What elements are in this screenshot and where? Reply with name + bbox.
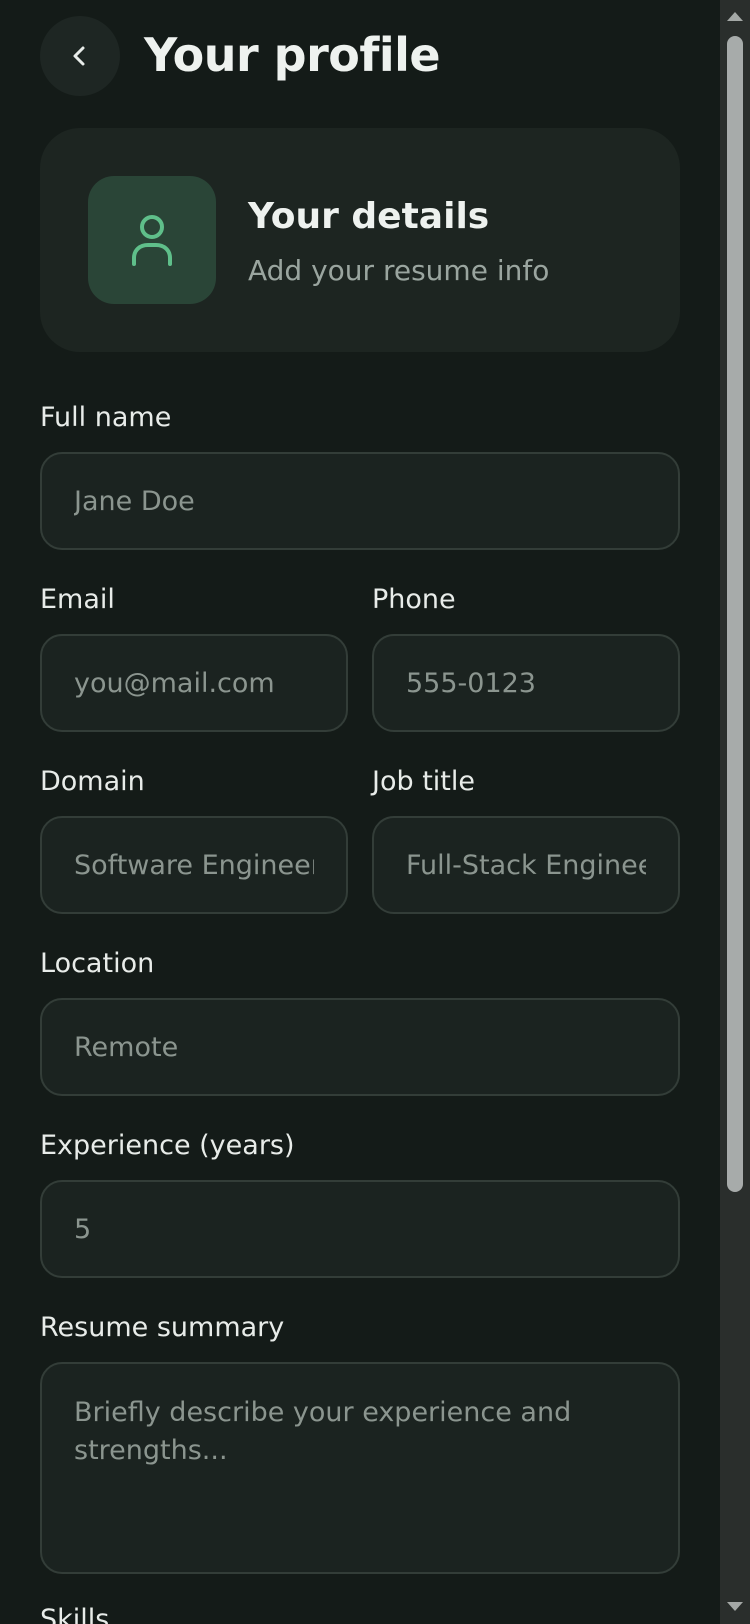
back-button[interactable]	[40, 16, 120, 96]
full-name-input[interactable]	[40, 452, 680, 550]
job-title-label: Job title	[372, 766, 475, 797]
card-subtitle: Add your resume info	[248, 254, 550, 287]
chevron-left-icon	[73, 46, 85, 66]
experience-input[interactable]	[40, 1180, 680, 1278]
profile-screen: Your profile Your details Add your resum…	[0, 0, 720, 1624]
card-title: Your details	[248, 196, 490, 237]
job-title-input[interactable]	[372, 816, 680, 914]
domain-label: Domain	[40, 766, 145, 797]
domain-input[interactable]	[40, 816, 348, 914]
experience-label: Experience (years)	[40, 1130, 295, 1161]
scroll-up-icon[interactable]	[727, 12, 743, 21]
skills-label: Skills	[40, 1604, 110, 1624]
phone-input[interactable]	[372, 634, 680, 732]
user-icon	[132, 215, 172, 266]
page-title: Your profile	[144, 28, 441, 82]
page-header: Your profile	[40, 16, 680, 96]
scrollbar-thumb[interactable]	[727, 36, 743, 1192]
scroll-down-icon[interactable]	[727, 1602, 743, 1611]
avatar	[88, 176, 216, 304]
summary-label: Resume summary	[40, 1312, 285, 1343]
details-card: Your details Add your resume info	[40, 128, 680, 352]
phone-label: Phone	[372, 584, 456, 615]
email-input[interactable]	[40, 634, 348, 732]
summary-textarea[interactable]	[40, 1362, 680, 1574]
location-input[interactable]	[40, 998, 680, 1096]
location-label: Location	[40, 948, 155, 979]
email-label: Email	[40, 584, 115, 615]
full-name-label: Full name	[40, 402, 172, 433]
vertical-scrollbar[interactable]	[720, 0, 750, 1624]
